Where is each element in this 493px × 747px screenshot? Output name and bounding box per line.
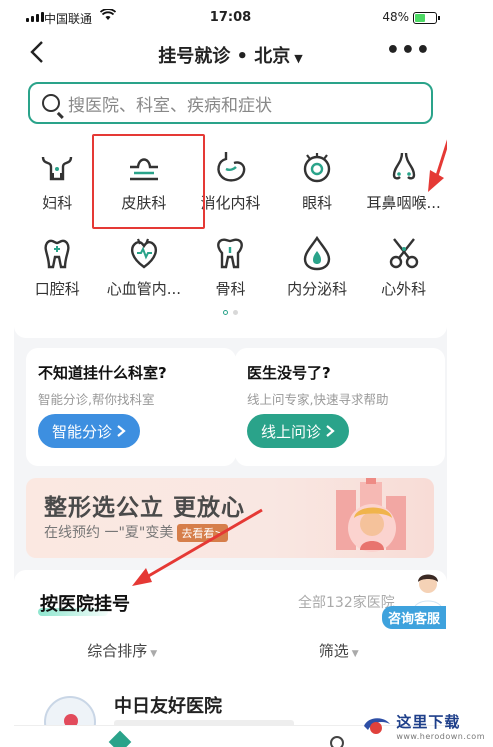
site-watermark: 这里下载 www.herodown.com [362, 711, 485, 741]
watermark-text: 这里下载 [396, 713, 461, 731]
arrow-bottom-left [132, 508, 263, 586]
arrow-top-right [428, 139, 447, 192]
phone-screen: 中国联通 17:08 48% 挂号就诊 • 北京 ▼ ••• 搜医院、科室、疾病和… [14, 0, 447, 747]
watermark-url: www.herodown.com [396, 732, 485, 741]
annotation-arrows [132, 139, 447, 586]
watermark-logo-icon [364, 718, 391, 734]
